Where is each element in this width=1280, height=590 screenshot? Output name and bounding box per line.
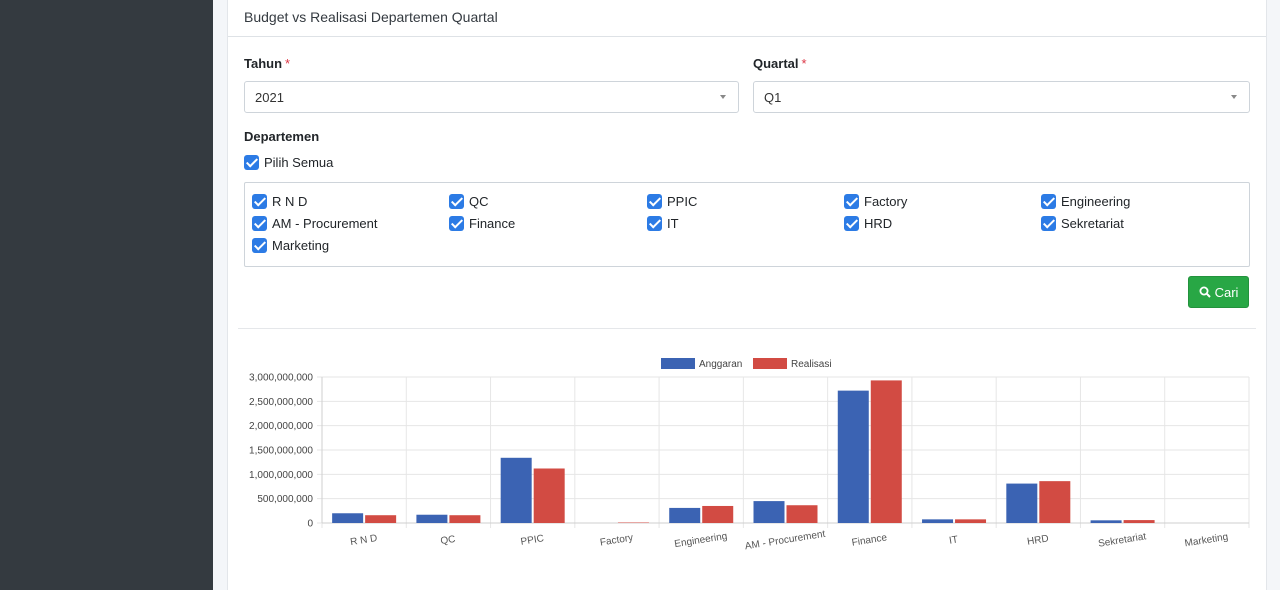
dept-checkbox-am-procurement[interactable]: AM - Procurement xyxy=(252,216,377,231)
dept-label: HRD xyxy=(864,216,893,231)
quartal-label-text: Quartal xyxy=(753,56,799,71)
departemen-label: Departemen xyxy=(244,129,320,144)
legend-label: Realisasi xyxy=(791,359,832,370)
dept-label: Marketing xyxy=(272,238,330,253)
section-divider xyxy=(238,328,1256,329)
x-tick-label: PPIC xyxy=(520,533,545,548)
bar-anggaran xyxy=(753,501,785,523)
dept-checkbox-engineering[interactable]: Engineering xyxy=(1041,194,1130,209)
required-mark: * xyxy=(801,56,807,71)
x-tick-label: Finance xyxy=(851,532,888,548)
bar-realisasi xyxy=(786,505,818,523)
dept-checkbox-it[interactable]: IT xyxy=(647,216,679,231)
dept-checkbox-qc[interactable]: QC xyxy=(449,194,489,209)
dept-label: QC xyxy=(469,194,489,209)
bar-realisasi xyxy=(702,505,734,523)
checkbox-checked-icon[interactable] xyxy=(252,194,267,209)
dept-label: IT xyxy=(667,216,679,231)
bar-anggaran xyxy=(416,514,448,523)
legend-swatch xyxy=(661,358,695,369)
y-tick-label: 2,000,000,000 xyxy=(249,421,313,432)
search-button-label: Cari xyxy=(1214,284,1239,300)
x-tick-label: HRD xyxy=(1026,533,1049,547)
dept-checkbox-factory[interactable]: Factory xyxy=(844,194,907,209)
pilih-semua-checkbox[interactable]: Pilih Semua xyxy=(244,155,333,170)
checkbox-checked-icon[interactable] xyxy=(844,216,859,231)
checkbox-checked-icon[interactable] xyxy=(647,216,662,231)
dept-checkbox-finance[interactable]: Finance xyxy=(449,216,515,231)
x-tick-label: Marketing xyxy=(1184,532,1229,550)
tahun-select[interactable]: 2021 xyxy=(244,81,739,113)
x-tick-label: Engineering xyxy=(674,531,728,550)
bar-realisasi xyxy=(870,380,902,523)
dept-label: Factory xyxy=(864,194,908,209)
checkbox-checked-icon[interactable] xyxy=(449,216,464,231)
bar-realisasi xyxy=(955,519,987,523)
x-tick-label: Sekretariat xyxy=(1097,531,1147,549)
checkbox-checked-icon[interactable] xyxy=(844,194,859,209)
required-mark: * xyxy=(285,56,291,71)
chevron-down-icon xyxy=(720,95,726,99)
department-list: R N D QC PPIC Factory Engineering AM - P… xyxy=(244,182,1250,267)
content-gutter xyxy=(213,0,227,590)
tahun-label-text: Tahun xyxy=(244,56,283,71)
y-tick-label: 500,000,000 xyxy=(257,494,313,505)
x-tick-label: R N D xyxy=(349,533,378,548)
dept-checkbox-rnd[interactable]: R N D xyxy=(252,194,307,209)
checkbox-checked-icon[interactable] xyxy=(252,238,267,253)
search-button[interactable]: Cari xyxy=(1188,276,1249,308)
y-tick-label: 1,500,000,000 xyxy=(249,446,313,457)
bar-anggaran xyxy=(332,513,364,523)
legend-label: Anggaran xyxy=(699,359,742,370)
dept-checkbox-sekretariat[interactable]: Sekretariat xyxy=(1041,216,1124,231)
budget-card: Budget vs Realisasi Departemen Quartal T… xyxy=(227,0,1267,590)
search-icon xyxy=(1199,286,1211,298)
bar-anggaran xyxy=(837,390,869,523)
y-tick-label: 1,000,000,000 xyxy=(249,470,313,481)
bar-realisasi xyxy=(533,468,565,523)
budget-bar-chart: 0 500,000,000 1,000,000,000 1,500,000,000 2,… xyxy=(249,358,1250,553)
x-tick-label: Factory xyxy=(599,532,634,548)
sidebar xyxy=(0,0,213,590)
bar-anggaran xyxy=(1090,520,1122,523)
checkbox-checked-icon[interactable] xyxy=(244,155,259,170)
quartal-label: Quartal * xyxy=(753,56,807,71)
dept-checkbox-hrd[interactable]: HRD xyxy=(844,216,892,231)
bar-realisasi xyxy=(1039,481,1071,523)
x-tick-label: QC xyxy=(440,534,457,547)
bar-realisasi xyxy=(449,515,481,523)
checkbox-checked-icon[interactable] xyxy=(1041,194,1056,209)
dept-label: R N D xyxy=(272,194,308,209)
tahun-label: Tahun * xyxy=(244,56,290,71)
checkbox-checked-icon[interactable] xyxy=(449,194,464,209)
quartal-value: Q1 xyxy=(764,90,782,105)
card-title: Budget vs Realisasi Departemen Quartal xyxy=(228,0,1266,37)
tahun-value: 2021 xyxy=(255,90,284,105)
bar-anggaran xyxy=(922,519,954,523)
bar-realisasi xyxy=(1123,520,1155,523)
y-tick-label: 3,000,000,000 xyxy=(249,373,313,384)
x-tick-label: IT xyxy=(948,534,959,546)
bar-anggaran xyxy=(500,457,532,523)
dept-label: PPIC xyxy=(667,194,698,209)
dept-checkbox-marketing[interactable]: Marketing xyxy=(252,238,329,253)
quartal-select[interactable]: Q1 xyxy=(753,81,1250,113)
pilih-semua-label: Pilih Semua xyxy=(264,155,334,170)
dept-label: Finance xyxy=(469,216,516,231)
bar-realisasi xyxy=(365,515,397,523)
y-tick-label: 2,500,000,000 xyxy=(249,397,313,408)
checkbox-checked-icon[interactable] xyxy=(252,216,267,231)
dept-label: AM - Procurement xyxy=(272,216,378,231)
dept-label: Sekretariat xyxy=(1061,216,1124,231)
chevron-down-icon xyxy=(1231,95,1237,99)
checkbox-checked-icon[interactable] xyxy=(647,194,662,209)
dept-checkbox-ppic[interactable]: PPIC xyxy=(647,194,697,209)
y-tick-label: 0 xyxy=(307,519,313,530)
dept-label: Engineering xyxy=(1061,194,1131,209)
bar-anggaran xyxy=(669,507,701,523)
x-tick-label: AM - Procurement xyxy=(744,529,826,553)
bar-anggaran xyxy=(1006,483,1038,523)
checkbox-checked-icon[interactable] xyxy=(1041,216,1056,231)
legend-swatch xyxy=(753,358,787,369)
